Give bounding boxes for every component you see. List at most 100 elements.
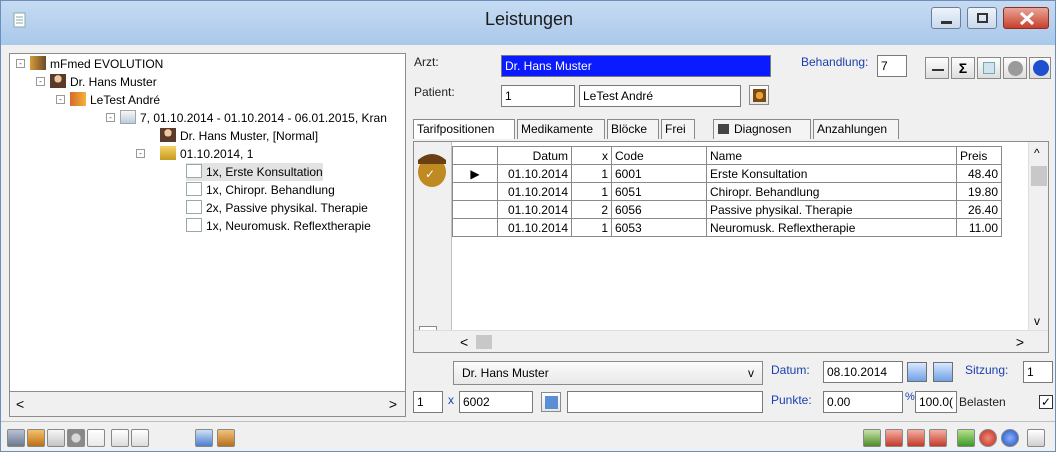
code-input[interactable]: 6002 xyxy=(459,391,533,413)
datum-field[interactable]: 08.10.2014 xyxy=(823,361,903,383)
notes-icon[interactable] xyxy=(1027,429,1045,447)
check-icon[interactable] xyxy=(957,429,975,447)
table-row[interactable]: 01.10.2014 1 6051 Chiropr. Behandlung 19… xyxy=(452,182,1002,201)
cell-code[interactable]: 6053 xyxy=(611,218,707,237)
document-tool-icon[interactable] xyxy=(47,429,65,447)
grid-vertical-scrollbar[interactable]: ^ v xyxy=(1028,142,1048,332)
patient-name-field[interactable]: LeTest André xyxy=(579,85,741,107)
tree-collapse-toggle[interactable]: - xyxy=(56,95,65,104)
patient-id-field[interactable]: 1 xyxy=(501,85,575,107)
cell-x[interactable]: 1 xyxy=(571,182,612,201)
table-row[interactable]: 01.10.2014 2 6056 Passive physikal. Ther… xyxy=(452,200,1002,219)
cell-x[interactable]: 1 xyxy=(571,218,612,237)
tree-collapse-toggle[interactable]: - xyxy=(36,77,45,86)
red-edit-icon[interactable] xyxy=(885,429,903,447)
settings-button[interactable] xyxy=(1003,57,1027,79)
cell-preis[interactable]: 19.80 xyxy=(956,182,1002,201)
sitzung-field[interactable]: 1 xyxy=(1023,361,1053,383)
positions-grid[interactable]: ✓ Datum x Code Name Preis ▶ 01.10.2014 1… xyxy=(413,141,1049,353)
tree-pane[interactable]: - mFmed EVOLUTION - Dr. Hans Muster - Le… xyxy=(9,53,406,417)
title-bar[interactable]: Leistungen xyxy=(1,1,1055,45)
col-x-header[interactable]: x xyxy=(571,146,612,165)
cell-code[interactable]: 6056 xyxy=(611,200,707,219)
cell-name[interactable]: Erste Konsultation xyxy=(706,164,957,183)
tree-collapse-toggle[interactable]: - xyxy=(16,59,25,68)
scroll-up-arrow[interactable]: ^ xyxy=(1034,146,1040,160)
cell-preis[interactable]: 11.00 xyxy=(956,218,1002,237)
tab-medikamente[interactable]: Medikamente xyxy=(517,119,605,139)
code-lookup-button[interactable] xyxy=(541,392,561,412)
arzt-select[interactable]: Dr. Hans Muster v xyxy=(453,361,763,385)
scroll-thumb[interactable] xyxy=(1031,166,1047,186)
cell-datum[interactable]: 01.10.2014 xyxy=(497,164,572,183)
grid-horizontal-scrollbar[interactable]: < > xyxy=(414,330,1048,352)
tab-tarifpositionen[interactable]: Tarifpositionen xyxy=(413,119,515,139)
tree-node-position[interactable]: 1x, Neuromusk. Reflextherapie xyxy=(186,217,371,235)
tree-node-session[interactable]: 01.10.2014, 1 xyxy=(160,145,253,163)
print-button[interactable] xyxy=(977,57,1001,79)
belasten-checkbox[interactable]: ✓ xyxy=(1039,395,1053,409)
cell-name[interactable]: Chiropr. Behandlung xyxy=(706,182,957,201)
tab-bloecke[interactable]: Blöcke xyxy=(607,119,659,139)
col-name-header[interactable]: Name xyxy=(706,146,957,165)
col-code-header[interactable]: Code xyxy=(611,146,707,165)
scroll-thumb[interactable] xyxy=(476,335,492,349)
table-row[interactable]: 01.10.2014 1 6053 Neuromusk. Reflexthera… xyxy=(452,218,1002,237)
scroll-right-arrow[interactable]: > xyxy=(1016,334,1024,350)
tree-node-doctor[interactable]: Dr. Hans Muster xyxy=(50,73,157,91)
calendar-tool-icon[interactable] xyxy=(7,429,25,447)
tree-horizontal-scrollbar[interactable]: < > xyxy=(9,391,406,417)
scroll-right-arrow[interactable]: > xyxy=(389,396,397,412)
tab-diagnosen[interactable]: Diagnosen xyxy=(713,119,811,139)
scroll-down-arrow[interactable]: v xyxy=(1034,314,1040,328)
report-tool-icon[interactable] xyxy=(131,429,149,447)
cell-datum[interactable]: 01.10.2014 xyxy=(497,218,572,237)
indent-button[interactable] xyxy=(925,57,949,79)
arzt-field[interactable]: Dr. Hans Muster xyxy=(501,55,771,77)
close-button[interactable] xyxy=(1003,7,1049,29)
behandlung-field[interactable]: 7 xyxy=(877,55,907,77)
calendar-button[interactable] xyxy=(907,362,927,382)
scroll-left-arrow[interactable]: < xyxy=(16,396,24,412)
tree-node-position[interactable]: 2x, Passive physikal. Therapie xyxy=(186,199,368,217)
patients-tool-icon[interactable] xyxy=(217,429,235,447)
tree-node-position[interactable]: 1x, Chiropr. Behandlung xyxy=(186,181,335,199)
cell-code[interactable]: 6001 xyxy=(611,164,707,183)
tree-collapse-toggle[interactable]: - xyxy=(136,149,145,158)
punkte-field[interactable]: 0.00 xyxy=(823,391,903,413)
lightning-tool-icon[interactable] xyxy=(87,429,105,447)
quantity-field[interactable]: 1 xyxy=(413,391,443,413)
grid-tool-icon[interactable] xyxy=(111,429,129,447)
cell-preis[interactable]: 48.40 xyxy=(956,164,1002,183)
info-button[interactable] xyxy=(1029,57,1051,79)
cell-datum[interactable]: 01.10.2014 xyxy=(497,200,572,219)
cell-code[interactable]: 6051 xyxy=(611,182,707,201)
cell-name[interactable]: Neuromusk. Reflextherapie xyxy=(706,218,957,237)
maximize-button[interactable] xyxy=(967,7,997,29)
users-tool-icon[interactable] xyxy=(195,429,213,447)
patient-search-button[interactable] xyxy=(749,85,769,105)
calendar-alt-button[interactable] xyxy=(933,362,953,382)
tab-anzahlungen[interactable]: Anzahlungen xyxy=(813,119,899,139)
cell-x[interactable]: 1 xyxy=(571,164,612,183)
tree-node-patient[interactable]: LeTest André xyxy=(70,91,160,109)
tab-frei[interactable]: Frei xyxy=(661,119,695,139)
tree-collapse-toggle[interactable]: - xyxy=(106,113,115,122)
red-doc-icon[interactable] xyxy=(929,429,947,447)
percent-field[interactable]: 100.0( xyxy=(915,391,957,413)
tree-node-doctor-normal[interactable]: Dr. Hans Muster, [Normal] xyxy=(160,127,318,145)
minimize-button[interactable] xyxy=(931,7,961,29)
green-list-icon[interactable] xyxy=(863,429,881,447)
tree-node-treatment[interactable]: 7, 01.10.2014 - 01.10.2014 - 06.01.2015,… xyxy=(120,109,387,127)
count-tool-icon[interactable] xyxy=(27,429,45,447)
globe-tool-icon[interactable] xyxy=(67,429,85,447)
table-row[interactable]: ▶ 01.10.2014 1 6001 Erste Konsultation 4… xyxy=(452,164,1002,183)
name-field[interactable] xyxy=(567,391,763,413)
tree-node-app[interactable]: mFmed EVOLUTION xyxy=(30,55,163,73)
cancel-icon[interactable] xyxy=(979,429,997,447)
help-icon[interactable] xyxy=(1001,429,1019,447)
col-datum-header[interactable]: Datum xyxy=(497,146,572,165)
cell-datum[interactable]: 01.10.2014 xyxy=(497,182,572,201)
cell-preis[interactable]: 26.40 xyxy=(956,200,1002,219)
cell-x[interactable]: 2 xyxy=(571,200,612,219)
